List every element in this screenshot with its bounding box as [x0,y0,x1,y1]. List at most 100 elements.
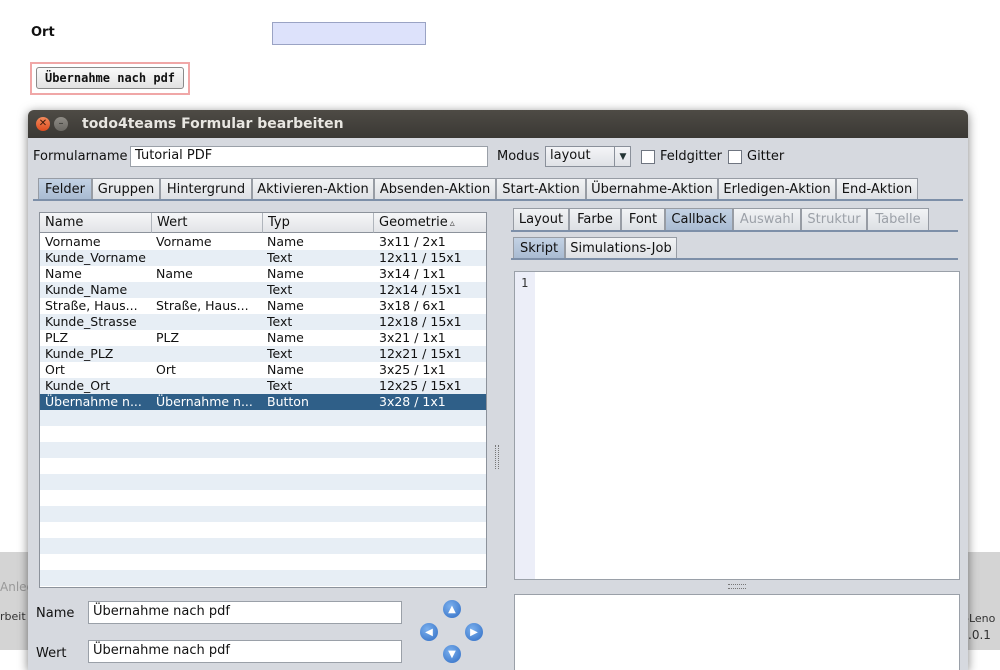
cell-geometrie: 12x21 / 15x1 [379,346,462,361]
empty-table-row [40,522,486,538]
cell-wert: Vorname [156,234,212,249]
gitter-checkbox[interactable] [728,150,742,164]
cell-wert: Straße, Haus... [156,298,249,313]
form-editor-dialog: ✕ – todo4teams Formular bearbeiten Formu… [28,110,968,670]
tab-hintergrund[interactable]: Hintergrund [160,178,252,199]
table-row[interactable]: Kunde_Strasse Text 12x18 / 15x1 [40,314,486,330]
empty-table-row [40,490,486,506]
table-row[interactable]: Kunde_Vorname Text 12x11 / 15x1 [40,250,486,266]
table-row[interactable]: PLZ PLZ Name 3x21 / 1x1 [40,330,486,346]
cell-name: PLZ [45,330,69,345]
horizontal-splitter-grip[interactable] [728,584,746,589]
modus-label: Modus [497,149,540,164]
column-header-geometrie-label: Geometrie [379,215,448,230]
subtab-skript[interactable]: Skript [513,237,565,258]
cell-geometrie: 3x25 / 1x1 [379,362,446,377]
splitter-grip[interactable] [495,445,499,469]
cell-typ: Name [267,362,304,377]
column-header-wert[interactable]: Wert [152,213,263,233]
cell-wert: Name [156,266,193,281]
arrow-up-icon[interactable]: ▲ [443,600,461,618]
tab-start-aktion[interactable]: Start-Aktion [496,178,586,199]
chevron-down-icon[interactable]: ▼ [614,147,631,166]
fields-table[interactable]: Name Wert Typ Geometrie ▵ Vorname Vorname N… [39,212,487,588]
table-row[interactable]: Übernahme n... Übernahme n... Button 3x28 /… [40,394,486,410]
output-area[interactable] [514,594,960,670]
tab-felder[interactable]: Felder [38,178,92,199]
cell-typ: Name [267,298,304,313]
empty-table-row [40,538,486,554]
cell-geometrie: 3x21 / 1x1 [379,330,446,345]
cell-name: Ort [45,362,65,377]
tab-layout[interactable]: Layout [513,208,569,230]
script-editor[interactable]: 1 [514,271,960,580]
column-header-geometrie[interactable]: Geometrie ▵ [374,213,486,233]
empty-table-row [40,506,486,522]
arrow-down-icon[interactable]: ▼ [443,645,461,663]
empty-table-row [40,458,486,474]
close-icon[interactable]: ✕ [36,117,50,131]
table-row[interactable]: Kunde_Name Text 12x14 / 15x1 [40,282,486,298]
wert-input[interactable]: Übernahme nach pdf [88,640,402,663]
cell-name: Übernahme n... [45,394,142,409]
table-row[interactable]: Ort Ort Name 3x25 / 1x1 [40,362,486,378]
subtab-simulations-job[interactable]: Simulations-Job [565,237,677,258]
arrow-right-icon[interactable]: ▶ [465,623,483,641]
column-header-name[interactable]: Name [40,213,152,233]
line-number-gutter: 1 [515,272,535,579]
table-row[interactable]: Kunde_Ort Text 12x25 / 15x1 [40,378,486,394]
tab-uebernahme-aktion[interactable]: Übernahme-Aktion [586,178,718,199]
arrow-left-icon[interactable]: ◀ [420,623,438,641]
feldgitter-checkbox[interactable] [641,150,655,164]
table-row[interactable]: Kunde_PLZ Text 12x21 / 15x1 [40,346,486,362]
cell-geometrie: 3x18 / 6x1 [379,298,446,313]
cell-geometrie: 3x11 / 2x1 [379,234,446,249]
cell-geometrie: 12x18 / 15x1 [379,314,462,329]
background-text-right-top: -Leno [965,612,996,625]
ort-label: Ort [31,25,55,40]
cell-geometrie: 12x14 / 15x1 [379,282,462,297]
tab-absenden-aktion[interactable]: Absenden-Aktion [374,178,496,199]
empty-table-row [40,474,486,490]
tab-erledigen-aktion[interactable]: Erledigen-Aktion [718,178,836,199]
minimize-icon[interactable]: – [54,117,68,131]
formularname-input[interactable]: Tutorial PDF [130,146,488,167]
empty-table-row [40,426,486,442]
cell-geometrie: 3x14 / 1x1 [379,266,446,281]
tab-font[interactable]: Font [621,208,665,230]
tab-farbe[interactable]: Farbe [569,208,621,230]
cell-name: Kunde_Name [45,282,128,297]
ort-input[interactable] [272,22,426,45]
formularname-label: Formularname [33,149,128,164]
feldgitter-label: Feldgitter [660,149,723,164]
tab-gruppen[interactable]: Gruppen [92,178,160,199]
gitter-label: Gitter [747,149,785,164]
table-row[interactable]: Straße, Haus... Straße, Haus... Name 3x18 /… [40,298,486,314]
vertical-splitter[interactable] [492,205,500,665]
sort-ascending-icon: ▵ [449,218,455,229]
tab-end-aktion[interactable]: End-Aktion [836,178,918,199]
cell-geometrie: 12x25 / 15x1 [379,378,462,393]
background-text-right-bottom: .0.1 [968,628,991,642]
tab-callback[interactable]: Callback [665,208,733,230]
empty-table-row [40,554,486,570]
name-input[interactable]: Übernahme nach pdf [88,601,402,624]
cell-typ: Name [267,234,304,249]
uebernahme-nach-pdf-button[interactable]: Übernahme nach pdf [36,67,184,89]
cell-geometrie: 12x11 / 15x1 [379,250,462,265]
tab-auswahl: Auswahl [733,208,801,230]
table-row[interactable]: Vorname Vorname Name 3x11 / 2x1 [40,234,486,250]
titlebar[interactable]: ✕ – todo4teams Formular bearbeiten [28,110,968,138]
cell-name: Kunde_Strasse [45,314,137,329]
cell-name: Kunde_Ort [45,378,111,393]
cell-typ: Button [267,394,309,409]
table-row[interactable]: Name Name Name 3x14 / 1x1 [40,266,486,282]
cell-name: Vorname [45,234,101,249]
column-header-typ[interactable]: Typ [263,213,374,233]
tab-aktivieren-aktion[interactable]: Aktivieren-Aktion [252,178,374,199]
subtab-underline [511,258,958,260]
line-number: 1 [521,276,529,290]
cell-typ: Name [267,266,304,281]
cell-wert: Ort [156,362,176,377]
empty-table-row [40,442,486,458]
